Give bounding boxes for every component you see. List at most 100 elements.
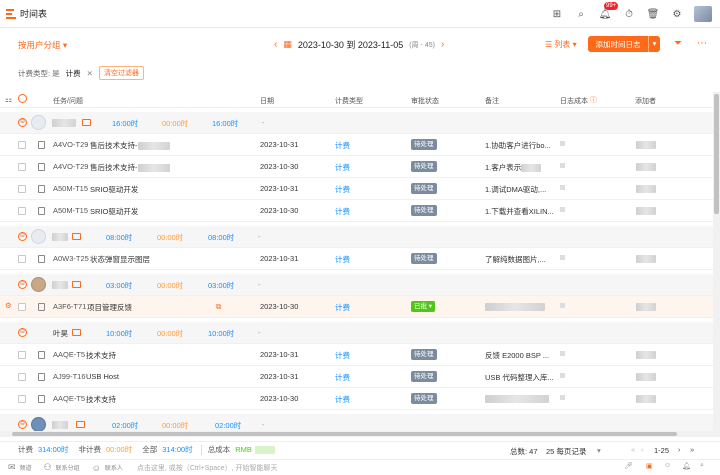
status-badge[interactable]: 待处理 (411, 371, 437, 382)
col-approval[interactable]: 审批状态 (411, 96, 439, 106)
row-checkbox[interactable] (18, 163, 26, 171)
app-logo[interactable] (6, 8, 16, 19)
horizontal-scrollbar[interactable] (0, 431, 713, 437)
group-row[interactable]: ⊖ 03:00时 00:00时 03:00时 - (0, 274, 713, 296)
col-notes[interactable]: 备注 (485, 96, 499, 106)
task-id[interactable]: A4VO-T29 (53, 140, 88, 149)
row-checkbox[interactable] (18, 255, 26, 263)
task-id[interactable]: AAQE-T5 (53, 394, 85, 403)
search-small-icon[interactable]: ⌕ (700, 462, 704, 470)
add-icon[interactable]: ⊞ (550, 7, 564, 21)
collapse-icon[interactable]: ⊖ (18, 232, 27, 241)
page-size-select[interactable]: 25 每页记录 (546, 446, 586, 457)
bell-small-icon[interactable]: 🔔︎ (682, 462, 691, 470)
task-name[interactable]: SRIO驱动开发 (90, 184, 138, 195)
chat-bubble-icon[interactable]: ✉︎ (8, 462, 16, 473)
clear-filters-button[interactable]: 清空过滤器 (98, 66, 144, 80)
tab-contacts[interactable]: 联系人 (105, 463, 123, 472)
user-avatar[interactable] (694, 6, 712, 22)
collapse-icon[interactable]: ⊖ (18, 328, 27, 337)
collapse-icon[interactable]: ⊖ (18, 280, 27, 289)
task-name[interactable]: SRIO驱动开发 (90, 206, 138, 217)
row-checkbox[interactable] (18, 373, 26, 381)
mail-icon[interactable] (72, 329, 81, 336)
row-checkbox[interactable] (18, 141, 26, 149)
row-checkbox[interactable] (18, 185, 26, 193)
task-name[interactable]: 项目管理反馈 (87, 302, 132, 313)
edit-icon[interactable]: ⧉ (216, 302, 221, 312)
contact-icon[interactable]: ☺︎ (92, 463, 101, 473)
group-icon[interactable]: ⚇ (44, 462, 52, 473)
group-row[interactable]: ⊖ 16:00时 00:00时 16:00时 - (0, 112, 713, 134)
mail-icon[interactable] (72, 233, 81, 240)
collapse-icon[interactable]: ⊖ (18, 420, 27, 429)
first-page-icon[interactable]: « (631, 445, 635, 454)
filter-icon[interactable]: ⏷ (674, 38, 682, 49)
status-badge[interactable]: 待处理 (411, 253, 437, 264)
status-badge[interactable]: 已批 ▾ (411, 301, 436, 312)
microphone-icon[interactable]: 🎤︎ (624, 462, 633, 470)
row-checkbox[interactable] (18, 303, 26, 311)
remove-filter-icon[interactable]: ✕ (87, 69, 93, 78)
row-checkbox[interactable] (18, 207, 26, 215)
table-row[interactable]: AJ99-T16 USB Host 2023-10-31 计费 待处理 USB … (0, 366, 713, 388)
task-name[interactable]: 售后技术支持- (90, 162, 170, 173)
table-row[interactable]: ⚙︎ A3F6-T71 项目管理反馈 ⧉ 2023-10-30 计费 已批 ▾ (0, 296, 713, 318)
table-row[interactable]: A4VO-T29 售后技术支持- 2023-10-31 计费 待处理 1.协助客… (0, 134, 713, 156)
chat-input[interactable]: 点击这里, 或按（Ctrl+Space）, 开始智能聊天 (137, 463, 278, 473)
group-by-dropdown[interactable]: 按用户分组 ▾ (18, 39, 67, 51)
task-name[interactable]: 售后技术支持- (90, 140, 170, 151)
next-week-icon[interactable]: › (441, 39, 444, 50)
tab-contact-groups[interactable]: 联系分组 (56, 463, 80, 472)
date-range-text[interactable]: 2023-10-30 到 2023-11-05 (298, 38, 403, 51)
table-row[interactable]: A50M-T15 SRIO驱动开发 2023-10-30 计费 待处理 1.下载… (0, 200, 713, 222)
timer-icon[interactable]: ⏱︎ (622, 7, 636, 21)
col-date[interactable]: 日期 (260, 96, 274, 106)
add-time-log-button[interactable]: 添加时间日志 ▾ (588, 36, 660, 52)
status-badge[interactable]: 待处理 (411, 205, 437, 216)
status-badge[interactable]: 待处理 (411, 349, 437, 360)
row-checkbox[interactable] (18, 395, 26, 403)
table-row[interactable]: AAQE-T5 技术支持 2023-10-31 计费 待处理 反馈 E2000 … (0, 344, 713, 366)
task-id[interactable]: A0W3-T25 (53, 254, 89, 263)
collapse-icon[interactable]: ⊖ (18, 118, 27, 127)
tab-channels[interactable]: 频道 (20, 463, 32, 472)
prev-page-icon[interactable]: ‹ (641, 445, 644, 454)
status-badge[interactable]: 待处理 (411, 139, 437, 150)
prev-week-icon[interactable]: ‹ (274, 39, 277, 50)
bell-icon[interactable]: 🔔︎ 99+ (598, 2, 619, 21)
task-name[interactable]: 技术支持 (86, 394, 116, 405)
table-row[interactable]: A0W3-T25 状态弹窗显示图层 2023-10-31 计费 待处理 了解纯数… (0, 248, 713, 270)
group-row[interactable]: ⊖ 叶昊 10:00时 00:00时 10:00时 - (0, 322, 713, 344)
task-id[interactable]: A50M-T15 (53, 184, 88, 193)
table-row[interactable]: A50M-T15 SRIO驱动开发 2023-10-31 计费 待处理 1.调试… (0, 178, 713, 200)
task-id[interactable]: AAQE-T5 (53, 350, 85, 359)
chat-app-icon[interactable]: ▣ (646, 462, 653, 470)
search-icon[interactable]: ⌕ (574, 7, 588, 21)
status-badge[interactable]: 待处理 (411, 161, 437, 172)
task-id[interactable]: AJ99-T16 (53, 372, 86, 381)
vertical-scrollbar[interactable] (713, 92, 720, 437)
task-name[interactable]: USB Host (86, 372, 119, 381)
col-added-by[interactable]: 添加者 (635, 96, 656, 106)
task-name[interactable]: 状态弹窗显示图层 (90, 254, 150, 265)
task-id[interactable]: A4VO-T29 (53, 162, 88, 171)
table-row[interactable]: AAQE-T5 技术支持 2023-10-30 计费 待处理 (0, 388, 713, 410)
list-view-dropdown[interactable]: ☰ 列表 ▾ (545, 39, 577, 50)
add-dropdown-toggle[interactable]: ▾ (648, 36, 660, 52)
status-badge[interactable]: 待处理 (411, 183, 437, 194)
task-id[interactable]: A3F6-T71 (53, 302, 86, 311)
emoji-icon[interactable]: ☺︎ (664, 462, 671, 469)
gear-icon[interactable]: ⚙︎ (670, 7, 684, 21)
column-settings-icon[interactable]: ⚏ (5, 95, 12, 104)
page-size-dropdown-icon[interactable]: ▾ (597, 446, 601, 455)
expand-all-icon[interactable] (18, 94, 27, 103)
group-row[interactable]: ⊖ 08:00时 00:00时 08:00时 - (0, 226, 713, 248)
calendar-icon[interactable]: ▦ (283, 39, 292, 50)
col-billing-type[interactable]: 计费类型 (335, 96, 363, 106)
status-badge[interactable]: 待处理 (411, 393, 437, 404)
task-name[interactable]: 技术支持 (86, 350, 116, 361)
mail-icon[interactable] (82, 119, 91, 126)
col-task[interactable]: 任务/问题 (53, 96, 83, 106)
next-page-icon[interactable]: › (678, 445, 681, 454)
